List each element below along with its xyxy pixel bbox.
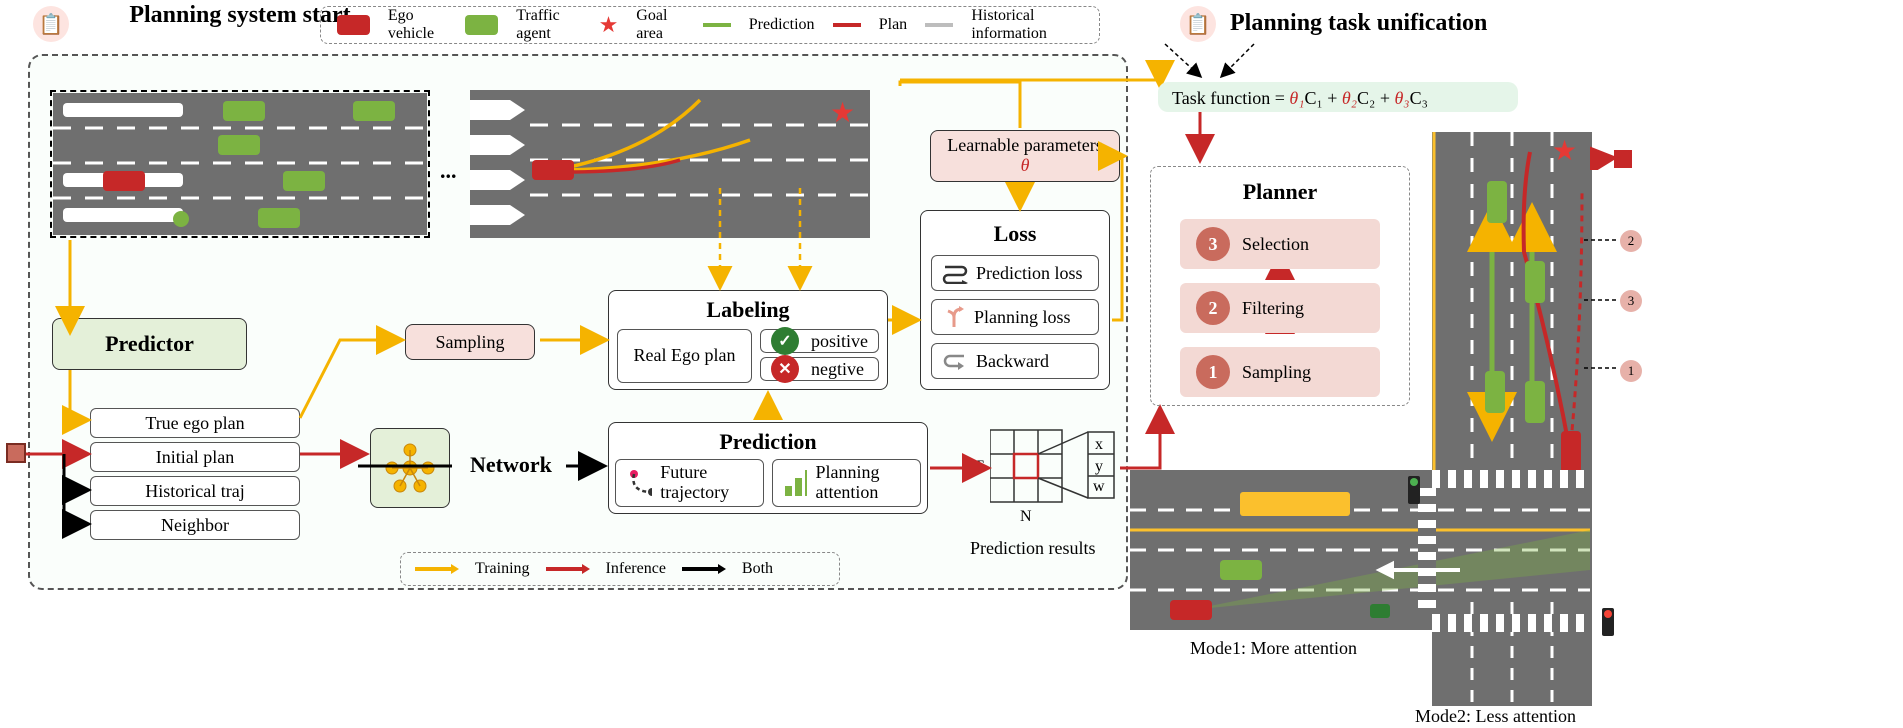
mode1-label: Mode1: More attention xyxy=(1190,638,1357,659)
planner-step-1: 1Sampling xyxy=(1180,347,1380,397)
car-red-icon xyxy=(1561,431,1581,473)
motorcycle-icon xyxy=(1370,604,1390,618)
car-green-icon xyxy=(1525,261,1545,303)
planner-title: Planner xyxy=(1243,179,1318,205)
goal-connector xyxy=(1590,140,1620,170)
car-green-icon xyxy=(1525,381,1545,423)
car-red-icon xyxy=(1170,600,1212,620)
goal-star-icon: ★ xyxy=(1552,134,1577,168)
candidate-connectors xyxy=(1584,224,1624,384)
crosswalk-icon xyxy=(1432,614,1592,632)
crosswalk-icon xyxy=(1432,470,1592,488)
car-green-icon xyxy=(1220,560,1262,580)
car-green-icon xyxy=(1485,371,1505,413)
traffic-light-icon xyxy=(1602,608,1614,636)
planner-step-2: 2Filtering xyxy=(1180,283,1380,333)
car-green-icon xyxy=(1487,181,1507,223)
task-function: Task function = θ₁C₁ + θ₂C₂ + θ₃C₃ xyxy=(1158,82,1518,112)
planner-panel: Planner 3Selection 2Filtering 1Sampling xyxy=(1150,166,1410,406)
traffic-light-icon xyxy=(1408,476,1420,504)
crosswalk-icon xyxy=(1418,488,1436,608)
bus-icon xyxy=(1240,492,1350,516)
mode2-label: Mode2: Less attention xyxy=(1415,706,1576,727)
planner-step-3: 3Selection xyxy=(1180,219,1380,269)
